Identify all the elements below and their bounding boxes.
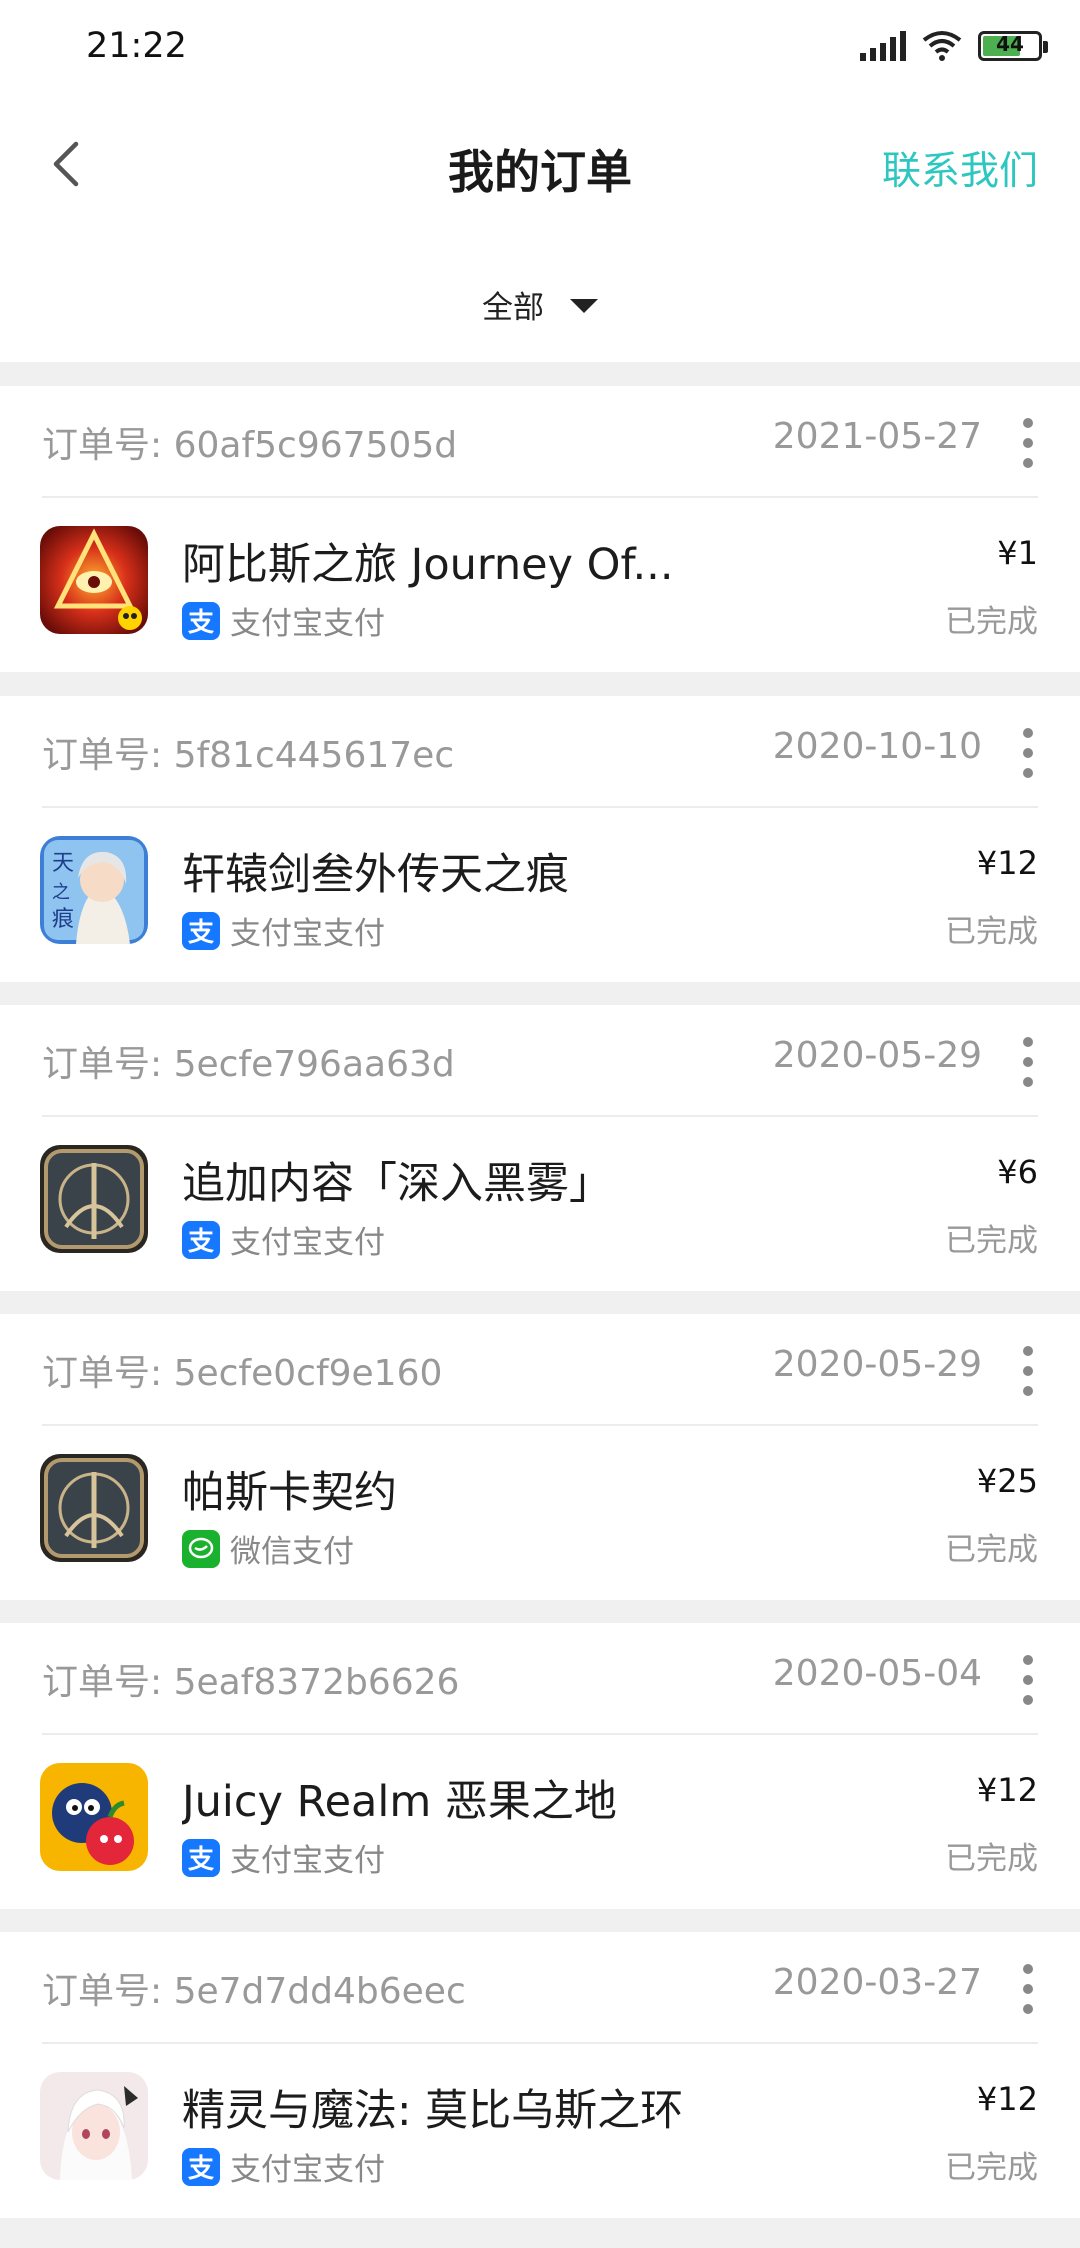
- payment-label: 支付宝支付: [230, 2152, 385, 2188]
- status-bar: 21:22 44: [0, 0, 1080, 96]
- journey-of-abyss-game-icon: [40, 526, 148, 634]
- caret-down-icon: [570, 298, 598, 313]
- order-card-header: 订单号: 5e7d7dd4b6eec 2020-03-27: [42, 1932, 1038, 2044]
- order-number: 订单号: 5ecfe796aa63d: [42, 1044, 455, 1085]
- order-status: 已完成: [945, 1223, 1038, 1259]
- payment-label: 支付宝支付: [230, 1225, 385, 1261]
- signal-icon: [860, 31, 906, 61]
- more-options-icon[interactable]: [1018, 728, 1038, 778]
- order-status: 已完成: [945, 1841, 1038, 1877]
- order-card-header: 订单号: 5f81c445617ec 2020-10-10: [42, 696, 1038, 808]
- order-card[interactable]: 订单号: 5eaf8372b6626 2020-05-04 Juicy Real…: [0, 1623, 1080, 1909]
- order-card[interactable]: 订单号: 5e7d7dd4b6eec 2020-03-27 精灵与魔法: 莫比乌…: [0, 1932, 1080, 2218]
- order-date: 2020-10-10: [772, 726, 982, 767]
- order-card-header: 订单号: 5eaf8372b6626 2020-05-04: [42, 1623, 1038, 1735]
- order-date: 2020-03-27: [772, 1962, 982, 2003]
- alipay-icon: 支: [182, 2147, 220, 2186]
- order-card-header: 订单号: 60af5c967505d 2021-05-27: [42, 386, 1038, 498]
- payment-label: 支付宝支付: [230, 606, 385, 642]
- elf-magic-game-icon: [40, 2072, 148, 2180]
- order-price: ¥1: [997, 534, 1038, 572]
- order-card[interactable]: 订单号: 5f81c445617ec 2020-10-10 天 之 痕 轩辕剑叁…: [0, 696, 1080, 982]
- xuanyuan-sword-game-icon: 天 之 痕: [40, 836, 148, 944]
- game-title: 帕斯卡契约: [182, 1468, 397, 1518]
- juicy-realm-game-icon: [40, 1763, 148, 1871]
- alipay-icon: 支: [182, 601, 220, 640]
- order-number: 订单号: 60af5c967505d: [42, 425, 458, 466]
- game-title: Juicy Realm 恶果之地: [182, 1777, 617, 1827]
- payment-method: 支 支付宝支付: [182, 1835, 385, 1880]
- order-status: 已完成: [945, 1532, 1038, 1568]
- svg-text:痕: 痕: [52, 907, 74, 932]
- order-price: ¥6: [997, 1153, 1038, 1191]
- payment-label: 支付宝支付: [230, 916, 385, 952]
- order-number: 订单号: 5ecfe0cf9e160: [42, 1353, 443, 1394]
- payment-label: 微信支付: [230, 1534, 354, 1570]
- wechat-pay-icon: [182, 1529, 220, 1568]
- pascal-contract-game-icon: [40, 1454, 148, 1562]
- order-status: 已完成: [945, 914, 1038, 950]
- game-title: 追加内容「深入黑雾」: [182, 1159, 612, 1209]
- order-card-header: 订单号: 5ecfe0cf9e160 2020-05-29: [42, 1314, 1038, 1426]
- app-header: 我的订单 联系我们: [0, 96, 1080, 236]
- order-price: ¥12: [976, 2080, 1038, 2118]
- order-card[interactable]: 订单号: 5ecfe0cf9e160 2020-05-29 帕斯卡契约 微信支付…: [0, 1314, 1080, 1600]
- top-panel: 21:22 44 我的订单 联系我们 全部: [0, 0, 1080, 362]
- payment-method: 支 支付宝支付: [182, 908, 385, 953]
- order-number: 订单号: 5f81c445617ec: [42, 735, 455, 776]
- order-number: 订单号: 5e7d7dd4b6eec: [42, 1971, 466, 2012]
- svg-text:之: 之: [52, 882, 70, 903]
- order-price: ¥25: [976, 1462, 1038, 1500]
- battery-level: 44: [996, 32, 1024, 56]
- game-title: 轩辕剑叁外传天之痕: [182, 850, 569, 900]
- payment-method: 微信支付: [182, 1526, 354, 1571]
- order-number: 订单号: 5eaf8372b6626: [42, 1662, 460, 1703]
- svg-text:天: 天: [52, 851, 74, 876]
- contact-us-link[interactable]: 联系我们: [882, 140, 1038, 196]
- filter-selected-label: 全部: [482, 290, 544, 326]
- order-card[interactable]: 订单号: 60af5c967505d 2021-05-27 阿比斯之旅 Jour…: [0, 386, 1080, 672]
- pascal-contract-dlc-icon: [40, 1145, 148, 1253]
- order-card-header: 订单号: 5ecfe796aa63d 2020-05-29: [42, 1005, 1038, 1117]
- status-time: 21:22: [86, 26, 187, 66]
- order-date: 2020-05-29: [772, 1344, 982, 1385]
- wifi-icon: [922, 31, 962, 61]
- payment-method: 支 支付宝支付: [182, 1217, 385, 1262]
- order-status: 已完成: [945, 604, 1038, 640]
- order-date: 2020-05-04: [772, 1653, 982, 1694]
- more-options-icon[interactable]: [1018, 1655, 1038, 1705]
- more-options-icon[interactable]: [1018, 1346, 1038, 1396]
- payment-method: 支 支付宝支付: [182, 2144, 385, 2189]
- order-price: ¥12: [976, 844, 1038, 882]
- game-title: 精灵与魔法: 莫比乌斯之环: [182, 2086, 684, 2136]
- alipay-icon: 支: [182, 1838, 220, 1877]
- more-options-icon[interactable]: [1018, 1037, 1038, 1087]
- payment-label: 支付宝支付: [230, 1843, 385, 1879]
- alipay-icon: 支: [182, 1220, 220, 1259]
- payment-method: 支 支付宝支付: [182, 598, 385, 643]
- order-date: 2021-05-27: [772, 416, 982, 457]
- order-date: 2020-05-29: [772, 1035, 982, 1076]
- order-status: 已完成: [945, 2150, 1038, 2186]
- more-options-icon[interactable]: [1018, 1964, 1038, 2014]
- order-filter-dropdown[interactable]: 全部: [0, 282, 1080, 327]
- alipay-icon: 支: [182, 911, 220, 950]
- status-icons: 44: [860, 30, 1048, 62]
- order-price: ¥12: [976, 1771, 1038, 1809]
- order-card[interactable]: 订单号: 5ecfe796aa63d 2020-05-29 追加内容「深入黑雾」…: [0, 1005, 1080, 1291]
- game-title: 阿比斯之旅 Journey Of...: [182, 540, 674, 590]
- more-options-icon[interactable]: [1018, 418, 1038, 468]
- battery-icon: 44: [978, 31, 1048, 61]
